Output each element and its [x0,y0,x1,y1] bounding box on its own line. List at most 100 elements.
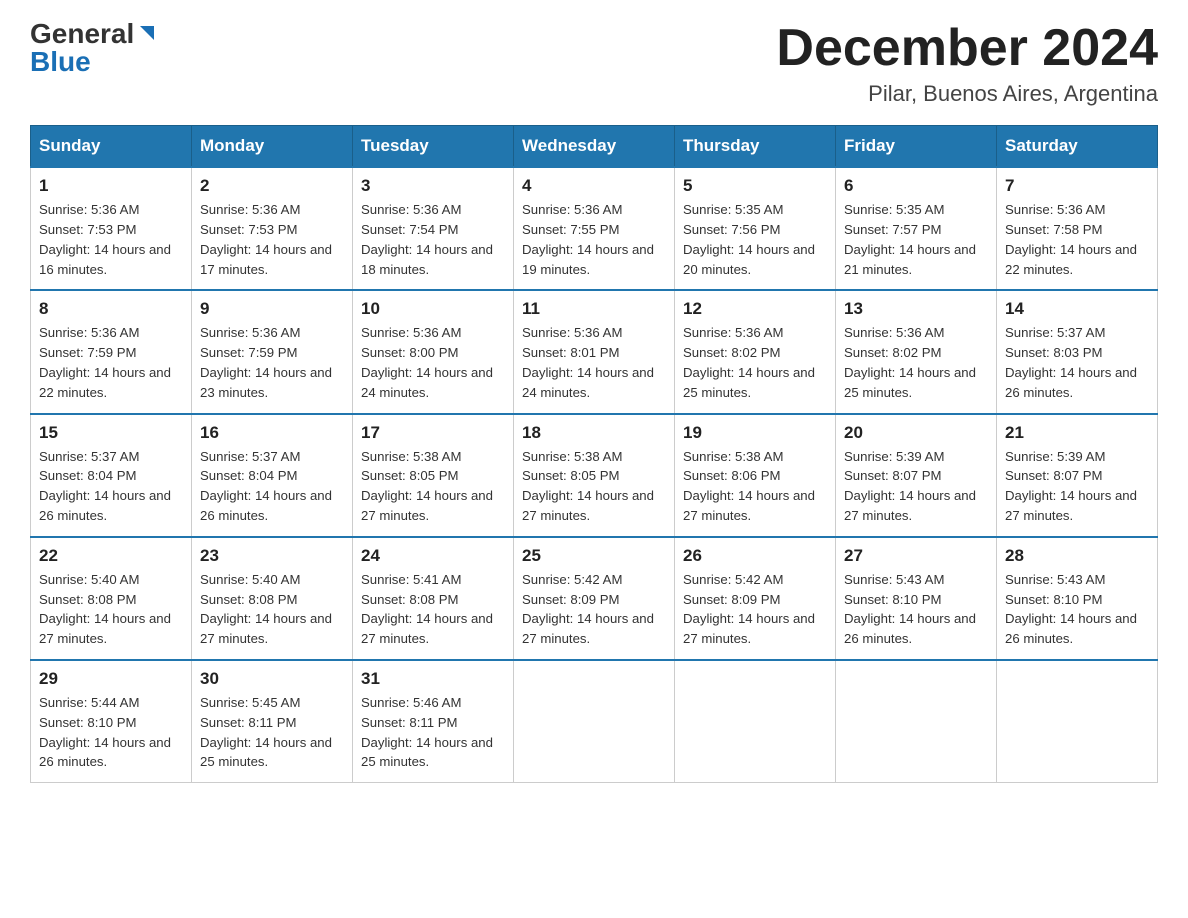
calendar-body: 1 Sunrise: 5:36 AMSunset: 7:53 PMDayligh… [31,167,1158,782]
day-number: 26 [683,546,827,566]
day-number: 10 [361,299,505,319]
day-info: Sunrise: 5:46 AMSunset: 8:11 PMDaylight:… [361,695,493,769]
day-number: 27 [844,546,988,566]
day-cell: 7 Sunrise: 5:36 AMSunset: 7:58 PMDayligh… [997,167,1158,290]
day-info: Sunrise: 5:38 AMSunset: 8:05 PMDaylight:… [522,449,654,523]
day-info: Sunrise: 5:36 AMSunset: 7:53 PMDaylight:… [39,202,171,276]
day-cell [997,660,1158,783]
week-row-5: 29 Sunrise: 5:44 AMSunset: 8:10 PMDaylig… [31,660,1158,783]
header-cell-monday: Monday [192,126,353,168]
day-info: Sunrise: 5:35 AMSunset: 7:56 PMDaylight:… [683,202,815,276]
header-cell-saturday: Saturday [997,126,1158,168]
day-number: 28 [1005,546,1149,566]
day-number: 25 [522,546,666,566]
day-number: 9 [200,299,344,319]
day-info: Sunrise: 5:36 AMSunset: 7:54 PMDaylight:… [361,202,493,276]
day-cell: 26 Sunrise: 5:42 AMSunset: 8:09 PMDaylig… [675,537,836,660]
day-cell: 18 Sunrise: 5:38 AMSunset: 8:05 PMDaylig… [514,414,675,537]
day-number: 19 [683,423,827,443]
day-number: 6 [844,176,988,196]
day-cell: 30 Sunrise: 5:45 AMSunset: 8:11 PMDaylig… [192,660,353,783]
day-number: 29 [39,669,183,689]
day-number: 1 [39,176,183,196]
day-cell [675,660,836,783]
day-number: 21 [1005,423,1149,443]
day-cell: 19 Sunrise: 5:38 AMSunset: 8:06 PMDaylig… [675,414,836,537]
day-number: 3 [361,176,505,196]
logo-general-text: General [30,20,134,48]
day-number: 16 [200,423,344,443]
day-info: Sunrise: 5:44 AMSunset: 8:10 PMDaylight:… [39,695,171,769]
page-header: General Blue December 2024 Pilar, Buenos… [30,20,1158,107]
day-info: Sunrise: 5:36 AMSunset: 8:02 PMDaylight:… [844,325,976,399]
day-number: 23 [200,546,344,566]
day-cell: 17 Sunrise: 5:38 AMSunset: 8:05 PMDaylig… [353,414,514,537]
day-cell: 9 Sunrise: 5:36 AMSunset: 7:59 PMDayligh… [192,290,353,413]
day-number: 20 [844,423,988,443]
day-cell: 13 Sunrise: 5:36 AMSunset: 8:02 PMDaylig… [836,290,997,413]
day-info: Sunrise: 5:39 AMSunset: 8:07 PMDaylight:… [1005,449,1137,523]
day-info: Sunrise: 5:41 AMSunset: 8:08 PMDaylight:… [361,572,493,646]
day-number: 18 [522,423,666,443]
day-cell: 10 Sunrise: 5:36 AMSunset: 8:00 PMDaylig… [353,290,514,413]
day-number: 31 [361,669,505,689]
day-info: Sunrise: 5:45 AMSunset: 8:11 PMDaylight:… [200,695,332,769]
day-number: 24 [361,546,505,566]
week-row-1: 1 Sunrise: 5:36 AMSunset: 7:53 PMDayligh… [31,167,1158,290]
header-cell-friday: Friday [836,126,997,168]
day-cell: 1 Sunrise: 5:36 AMSunset: 7:53 PMDayligh… [31,167,192,290]
day-cell: 24 Sunrise: 5:41 AMSunset: 8:08 PMDaylig… [353,537,514,660]
day-number: 7 [1005,176,1149,196]
week-row-3: 15 Sunrise: 5:37 AMSunset: 8:04 PMDaylig… [31,414,1158,537]
day-number: 5 [683,176,827,196]
day-info: Sunrise: 5:36 AMSunset: 8:02 PMDaylight:… [683,325,815,399]
day-cell: 11 Sunrise: 5:36 AMSunset: 8:01 PMDaylig… [514,290,675,413]
day-number: 14 [1005,299,1149,319]
day-info: Sunrise: 5:42 AMSunset: 8:09 PMDaylight:… [683,572,815,646]
day-number: 22 [39,546,183,566]
day-info: Sunrise: 5:36 AMSunset: 7:55 PMDaylight:… [522,202,654,276]
day-cell: 21 Sunrise: 5:39 AMSunset: 8:07 PMDaylig… [997,414,1158,537]
week-row-4: 22 Sunrise: 5:40 AMSunset: 8:08 PMDaylig… [31,537,1158,660]
day-number: 17 [361,423,505,443]
day-cell: 29 Sunrise: 5:44 AMSunset: 8:10 PMDaylig… [31,660,192,783]
header-cell-thursday: Thursday [675,126,836,168]
day-info: Sunrise: 5:39 AMSunset: 8:07 PMDaylight:… [844,449,976,523]
day-info: Sunrise: 5:37 AMSunset: 8:03 PMDaylight:… [1005,325,1137,399]
day-info: Sunrise: 5:37 AMSunset: 8:04 PMDaylight:… [200,449,332,523]
logo-triangle-icon [136,22,158,44]
day-cell: 12 Sunrise: 5:36 AMSunset: 8:02 PMDaylig… [675,290,836,413]
day-cell: 16 Sunrise: 5:37 AMSunset: 8:04 PMDaylig… [192,414,353,537]
day-cell: 15 Sunrise: 5:37 AMSunset: 8:04 PMDaylig… [31,414,192,537]
day-cell: 14 Sunrise: 5:37 AMSunset: 8:03 PMDaylig… [997,290,1158,413]
logo: General Blue [30,20,158,76]
day-info: Sunrise: 5:35 AMSunset: 7:57 PMDaylight:… [844,202,976,276]
title-block: December 2024 Pilar, Buenos Aires, Argen… [776,20,1158,107]
day-info: Sunrise: 5:36 AMSunset: 8:00 PMDaylight:… [361,325,493,399]
calendar-table: SundayMondayTuesdayWednesdayThursdayFrid… [30,125,1158,783]
day-info: Sunrise: 5:38 AMSunset: 8:06 PMDaylight:… [683,449,815,523]
logo-blue-text: Blue [30,48,91,76]
calendar-header: SundayMondayTuesdayWednesdayThursdayFrid… [31,126,1158,168]
day-info: Sunrise: 5:40 AMSunset: 8:08 PMDaylight:… [200,572,332,646]
day-cell: 5 Sunrise: 5:35 AMSunset: 7:56 PMDayligh… [675,167,836,290]
day-info: Sunrise: 5:36 AMSunset: 7:53 PMDaylight:… [200,202,332,276]
day-number: 4 [522,176,666,196]
day-number: 30 [200,669,344,689]
day-info: Sunrise: 5:43 AMSunset: 8:10 PMDaylight:… [1005,572,1137,646]
day-number: 8 [39,299,183,319]
calendar-title: December 2024 [776,20,1158,77]
header-cell-wednesday: Wednesday [514,126,675,168]
week-row-2: 8 Sunrise: 5:36 AMSunset: 7:59 PMDayligh… [31,290,1158,413]
day-cell: 4 Sunrise: 5:36 AMSunset: 7:55 PMDayligh… [514,167,675,290]
day-info: Sunrise: 5:43 AMSunset: 8:10 PMDaylight:… [844,572,976,646]
day-cell: 6 Sunrise: 5:35 AMSunset: 7:57 PMDayligh… [836,167,997,290]
header-row: SundayMondayTuesdayWednesdayThursdayFrid… [31,126,1158,168]
day-info: Sunrise: 5:36 AMSunset: 7:59 PMDaylight:… [39,325,171,399]
day-cell: 22 Sunrise: 5:40 AMSunset: 8:08 PMDaylig… [31,537,192,660]
day-cell [514,660,675,783]
day-cell: 31 Sunrise: 5:46 AMSunset: 8:11 PMDaylig… [353,660,514,783]
day-cell: 23 Sunrise: 5:40 AMSunset: 8:08 PMDaylig… [192,537,353,660]
day-number: 15 [39,423,183,443]
day-cell: 25 Sunrise: 5:42 AMSunset: 8:09 PMDaylig… [514,537,675,660]
